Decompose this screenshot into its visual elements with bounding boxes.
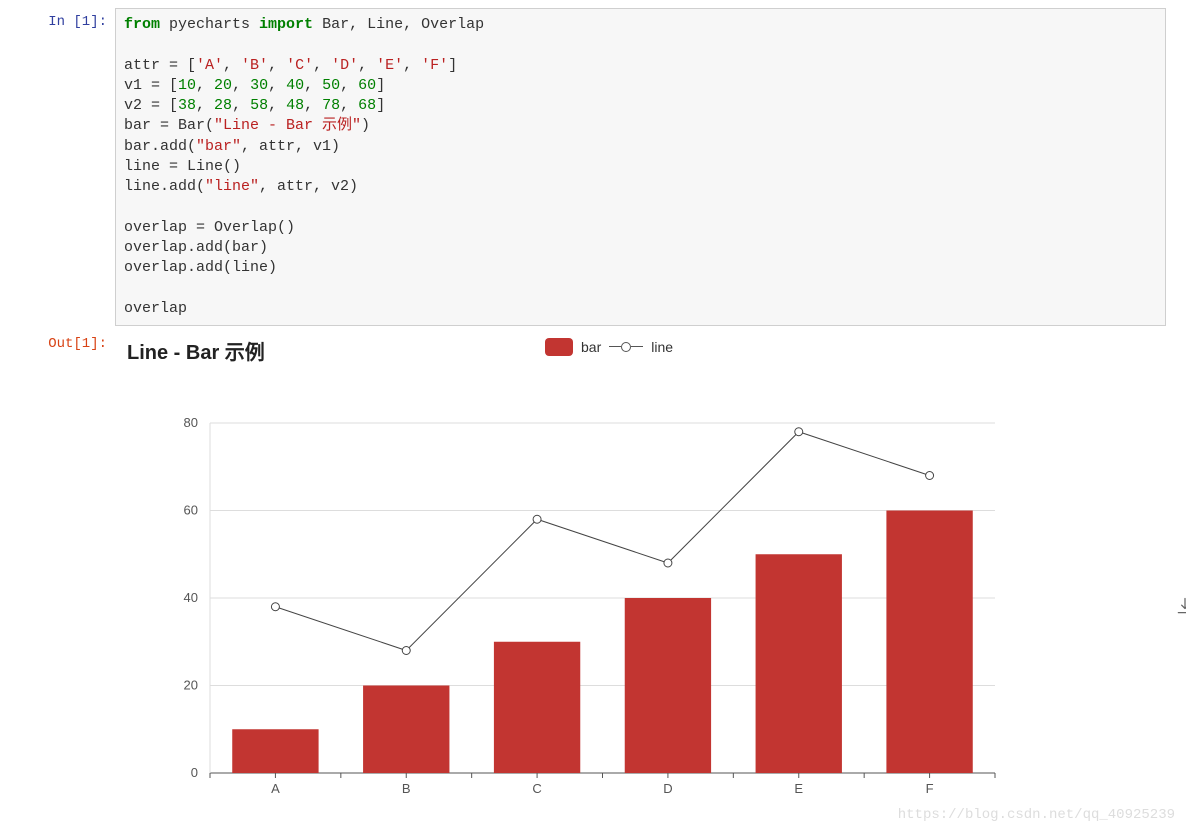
y-tick-label: 60 <box>184 502 198 517</box>
kw-from: from <box>124 16 160 33</box>
line-point[interactable] <box>664 559 672 567</box>
legend-bar-label[interactable]: bar <box>581 339 601 355</box>
x-tick-label: B <box>402 781 411 796</box>
y-tick-label: 20 <box>184 677 198 692</box>
bar[interactable] <box>756 554 842 773</box>
line-point[interactable] <box>926 471 934 479</box>
bar[interactable] <box>625 598 711 773</box>
legend-line-label[interactable]: line <box>651 339 673 355</box>
line-point[interactable] <box>402 646 410 654</box>
line-point[interactable] <box>271 603 279 611</box>
line-point[interactable] <box>795 428 803 436</box>
output-cell: Out[1]: Line - Bar 示例 bar line 020406080… <box>20 330 1166 803</box>
y-tick-label: 0 <box>191 765 198 780</box>
legend-bar-swatch[interactable] <box>545 338 573 356</box>
x-tick-label: C <box>532 781 541 796</box>
chart-svg: 0 20 40 60 80 A B C D E F <box>115 373 1015 803</box>
bar[interactable] <box>363 685 449 773</box>
x-tick-label: A <box>271 781 280 796</box>
chart-container: Line - Bar 示例 bar line 020406080ABCDEF h… <box>115 336 1115 803</box>
bar[interactable] <box>494 642 580 773</box>
legend-line-swatch[interactable] <box>609 342 643 352</box>
input-prompt: In [1]: <box>20 8 115 326</box>
bar[interactable] <box>886 510 972 773</box>
chart-legend: bar line <box>545 338 673 356</box>
output-prompt: Out[1]: <box>20 330 115 803</box>
output-area: Line - Bar 示例 bar line 020406080ABCDEF h… <box>115 330 1166 803</box>
line-point[interactable] <box>533 515 541 523</box>
input-cell: In [1]: from pyecharts import Bar, Line,… <box>20 8 1166 326</box>
watermark: https://blog.csdn.net/qq_40925239 <box>898 807 1175 823</box>
bar[interactable] <box>232 729 318 773</box>
kw-import: import <box>259 16 313 33</box>
x-tick-label: D <box>663 781 672 796</box>
y-tick-label: 80 <box>184 415 198 430</box>
x-tick-label: F <box>926 781 934 796</box>
y-tick-label: 40 <box>184 590 198 605</box>
code-editor[interactable]: from pyecharts import Bar, Line, Overlap… <box>115 8 1166 326</box>
download-icon[interactable] <box>1175 596 1186 616</box>
x-tick-label: E <box>794 781 803 796</box>
